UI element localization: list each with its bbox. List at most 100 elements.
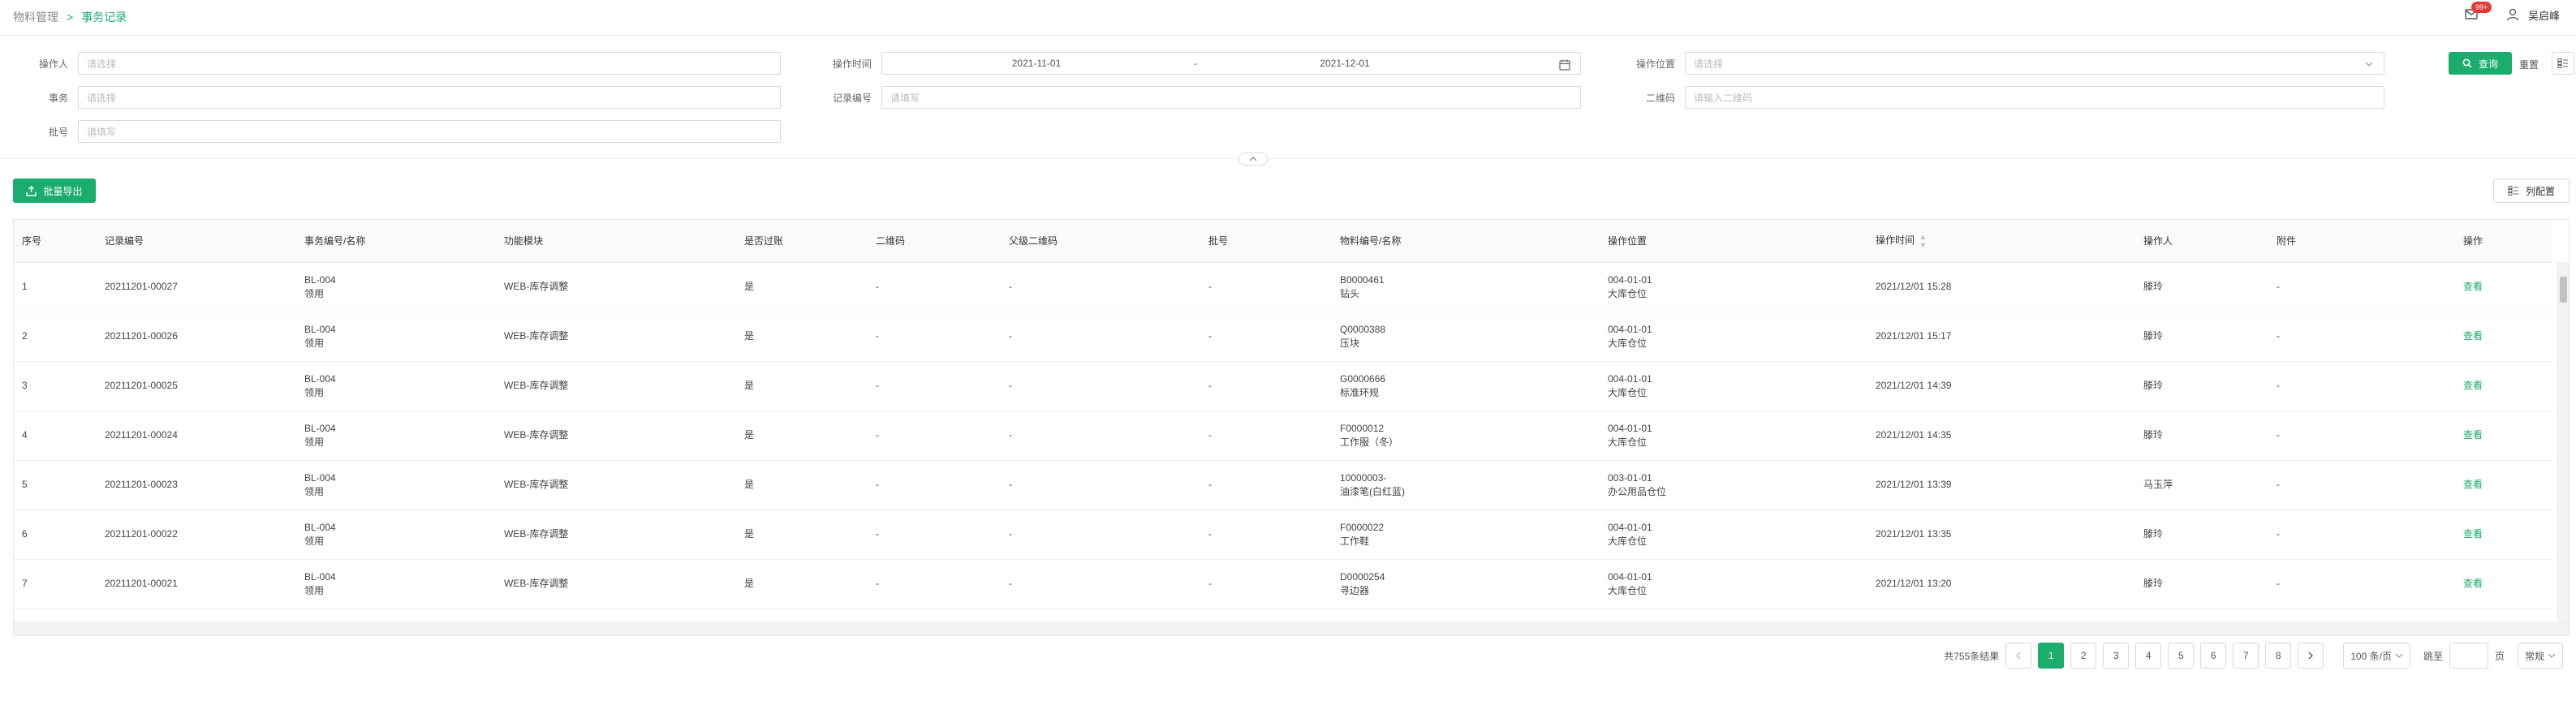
cell-attachment: - (2268, 460, 2393, 510)
cell-parent-qrcode: - (1001, 559, 1200, 609)
goto-page-input[interactable] (2449, 643, 2488, 669)
cell-attachment-value: - (2277, 281, 2280, 292)
breadcrumb-current: 事务记录 (81, 11, 127, 24)
cell-record-no: 20211201-00027 (97, 262, 296, 312)
record-no-input[interactable]: 请填写 (881, 86, 1581, 109)
filter-op-location: 操作位置 请选择 (1607, 52, 2384, 75)
cell-op-time: 2021/12/01 13:39 (1867, 460, 2135, 510)
cell-material-value: B0000461 (1340, 273, 1385, 286)
vertical-scroll-thumb[interactable] (2560, 277, 2567, 303)
cell-batch: - (1200, 559, 1332, 609)
cell-material-value: F0000012 (1340, 422, 1385, 434)
cell-attachment: - (2268, 361, 2393, 411)
cell-batch: - (1200, 312, 1332, 362)
cell-qrcode: - (868, 510, 1001, 560)
op-location-select[interactable]: 请选择 (1685, 52, 2384, 75)
view-link[interactable]: 查看 (2463, 330, 2483, 342)
cell-row-number: 3 (14, 361, 97, 411)
cell-batch-value: - (1208, 429, 1212, 441)
view-link[interactable]: 查看 (2463, 281, 2483, 292)
cell-material-name: 工作服（冬） (1340, 436, 1399, 448)
batch-export-button[interactable]: 批量导出 (13, 178, 96, 203)
page-button[interactable]: 4 (2135, 643, 2162, 669)
cell-operator: 马玉萍 (2135, 460, 2268, 510)
cell-parent-qrcode: - (1001, 510, 1200, 560)
column-config-button[interactable]: 列配置 (2493, 178, 2570, 203)
page-button[interactable]: 1 (2038, 643, 2065, 669)
col-header-op-time[interactable]: 操作时间 ▲ ▼ (1867, 220, 2135, 263)
breadcrumb: 物料管理 > 事务记录 (13, 9, 127, 25)
qrcode-input[interactable]: 请输入二维码 (1685, 86, 2384, 109)
search-button[interactable]: 查询 (2449, 52, 2512, 75)
cell-location-name: 办公用品仓位 (1608, 485, 1667, 497)
operator-select[interactable]: 请选择 (78, 52, 781, 75)
notification-button[interactable]: 99+ (2463, 2, 2492, 24)
cell-material-name: 标准环规 (1340, 386, 1380, 398)
cell-material: F0000022 工作鞋 (1332, 510, 1600, 560)
user-menu[interactable]: 吴启峰 (2505, 7, 2560, 23)
operator-label: 操作人 (38, 58, 68, 70)
op-time-range-picker[interactable]: 2021-11-01 - 2021-12-01 (881, 52, 1581, 75)
transaction-select[interactable]: 请选择 (78, 86, 781, 109)
reset-button[interactable]: 重置 (2519, 58, 2539, 71)
collapse-filter-toggle[interactable] (1238, 153, 1268, 166)
cell-row-number-value: 2 (22, 330, 28, 342)
user-name: 吴启峰 (2527, 9, 2560, 22)
breadcrumb-parent[interactable]: 物料管理 (13, 9, 58, 25)
cell-location: 003-01-01 办公用品仓位 (1600, 460, 1867, 510)
horizontal-scrollbar[interactable] (14, 622, 2569, 635)
cell-operator: 滕玲 (2135, 510, 2268, 560)
search-button-label: 查询 (2478, 58, 2498, 70)
cell-op-time-value: 2021/12/01 13:20 (1876, 578, 1952, 589)
view-link[interactable]: 查看 (2463, 380, 2483, 391)
view-link[interactable]: 查看 (2463, 578, 2483, 589)
cell-transaction: BL-004 领用 (296, 411, 496, 461)
table-row: 2 20211201-00026 BL-004 领用 WEB-库存调整 是 - - - Q0000… (14, 312, 2552, 362)
pagination-mode-select[interactable]: 常规 (2517, 643, 2563, 669)
cell-operator-value: 滕玲 (2143, 281, 2164, 292)
page-button[interactable]: 5 (2168, 643, 2195, 669)
cell-row-number: 7 (14, 559, 97, 609)
cell-parent-qrcode-value: - (1009, 380, 1012, 391)
cell-module: WEB-库存调整 (496, 460, 736, 510)
page-button[interactable]: 8 (2265, 643, 2292, 669)
record-no-label: 记录编号 (832, 92, 872, 104)
sort-icon[interactable]: ▲ ▼ (1919, 233, 1927, 249)
cell-attachment-value: - (2277, 578, 2280, 589)
cell-location: 004-01-01 大库仓位 (1600, 559, 1867, 609)
next-page-button[interactable] (2298, 643, 2324, 669)
view-link[interactable]: 查看 (2463, 479, 2483, 490)
cell-action: 查看 (2393, 559, 2552, 609)
cell-location: 004-01-01 大库仓位 (1600, 411, 1867, 461)
table-row: 4 20211201-00024 BL-004 领用 WEB-库存调整 是 - - - F0000… (14, 411, 2552, 461)
page-button[interactable]: 6 (2200, 643, 2227, 669)
batch-export-label: 批量导出 (43, 185, 83, 197)
cell-location-name: 大库仓位 (1608, 436, 1648, 448)
page-size-select[interactable]: 100 条/页 (2343, 643, 2410, 669)
vertical-scrollbar[interactable] (2557, 262, 2569, 622)
page-button[interactable]: 2 (2070, 643, 2097, 669)
cell-op-time: 2021/12/01 13:35 (1867, 510, 2135, 560)
cell-row-number: 1 (14, 262, 97, 312)
op-time-end[interactable]: 2021-12-01 (1191, 58, 1499, 69)
page-list: 12345678 (2038, 643, 2292, 669)
cell-material: 10000003- 油漆笔(白红蓝) (1332, 460, 1600, 510)
cell-attachment-value: - (2277, 429, 2280, 441)
cell-transaction-value: BL-004 (304, 570, 336, 583)
batch-input[interactable]: 请填写 (78, 120, 781, 143)
page-size-value: 100 条/页 (2350, 650, 2392, 662)
cell-module: WEB-库存调整 (496, 510, 736, 560)
page-button[interactable]: 7 (2233, 643, 2259, 669)
page-button[interactable]: 3 (2103, 643, 2130, 669)
prev-page-button[interactable] (2005, 643, 2032, 669)
cell-location: 004-01-01 大库仓位 (1600, 361, 1867, 411)
chevron-down-icon (2365, 62, 2373, 67)
cell-parent-qrcode: - (1001, 361, 1200, 411)
op-time-start[interactable]: 2021-11-01 (882, 58, 1191, 69)
view-link[interactable]: 查看 (2463, 528, 2483, 540)
cell-location-value: 004-01-01 (1608, 422, 1652, 434)
filter-settings-button[interactable] (2552, 52, 2574, 75)
view-link[interactable]: 查看 (2463, 429, 2483, 441)
breadcrumb-separator: > (67, 11, 74, 24)
cell-attachment: - (2268, 262, 2393, 312)
